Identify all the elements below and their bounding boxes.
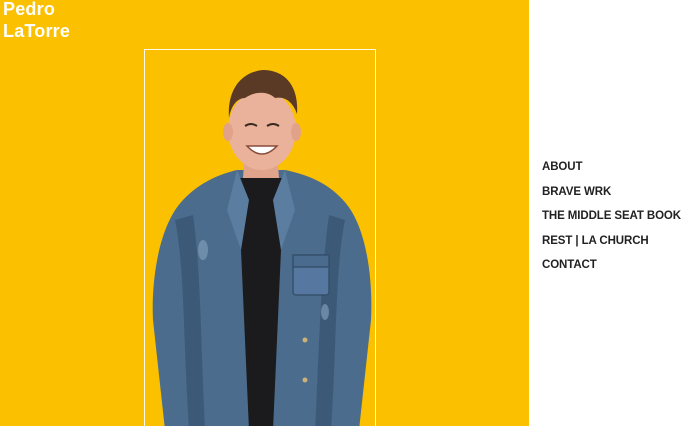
portrait-photo (144, 49, 376, 426)
main-navigation: ABOUT BRAVE WRK THE MIDDLE SEAT BOOK RES… (542, 160, 691, 283)
person-portrait-illustration (152, 70, 372, 426)
nav-item-middle-seat-book[interactable]: THE MIDDLE SEAT BOOK (542, 209, 691, 234)
nav-item-brave-wrk[interactable]: BRAVE WRK (542, 185, 691, 210)
nav-item-about[interactable]: ABOUT (542, 160, 691, 185)
nav-item-contact[interactable]: CONTACT (542, 258, 691, 283)
face (228, 90, 296, 170)
page: Pedro LaTorre ABOUT BRAVE WRK THE MIDDLE… (0, 0, 691, 426)
site-title[interactable]: Pedro LaTorre (3, 0, 70, 42)
nav-item-rest-la-church[interactable]: REST | LA CHURCH (542, 234, 691, 259)
hero-section: Pedro LaTorre (0, 0, 529, 426)
